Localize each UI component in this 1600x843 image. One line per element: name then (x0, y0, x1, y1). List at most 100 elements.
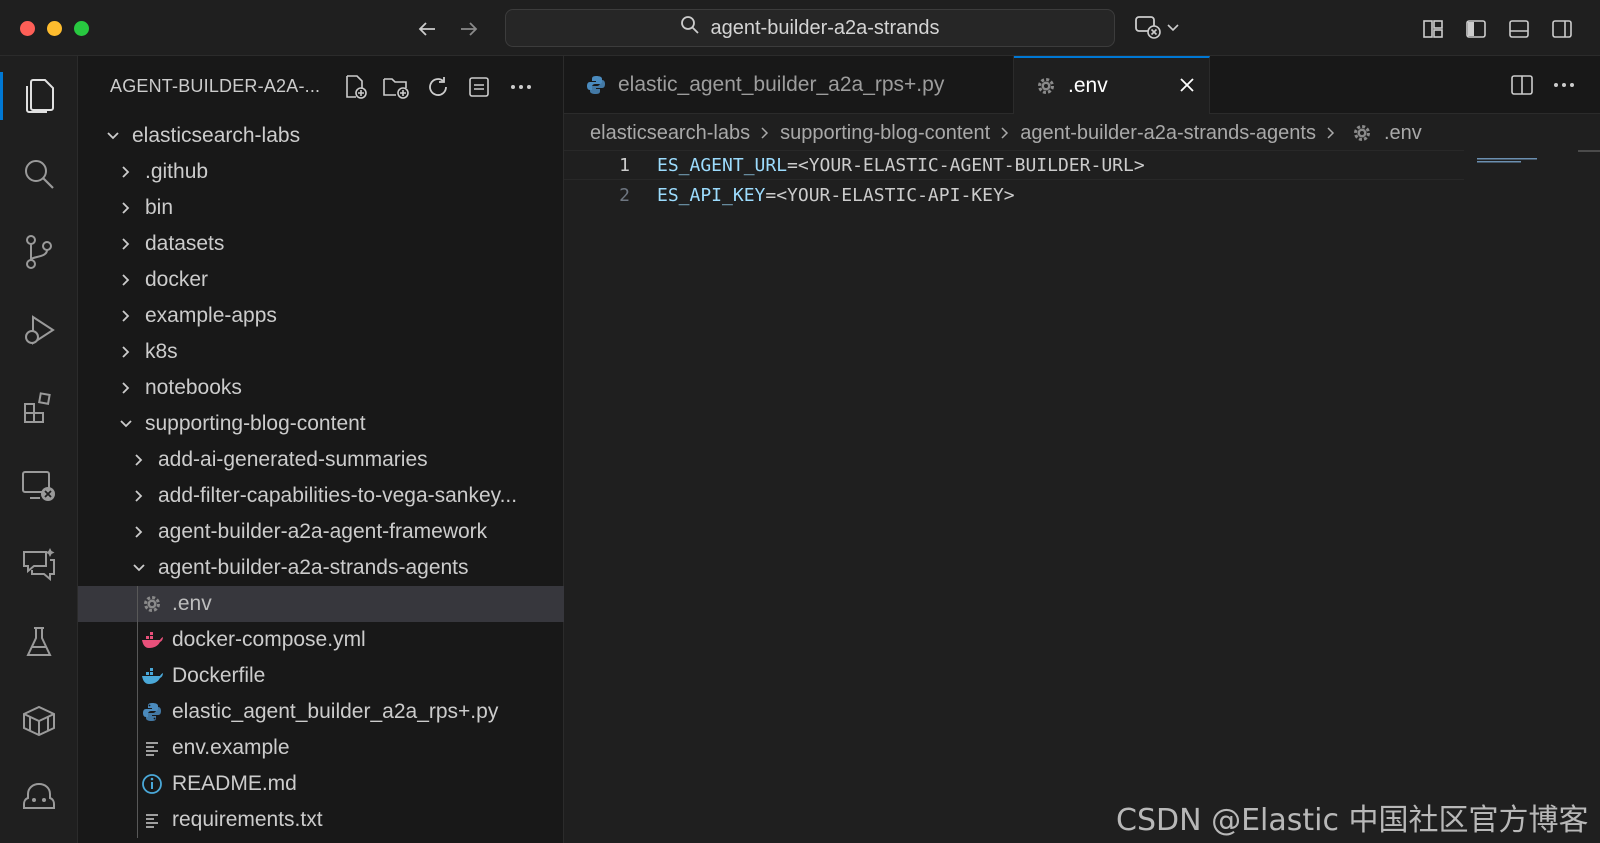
explorer-title: AGENT-BUILDER-A2A-... (110, 76, 321, 96)
back-arrow-icon[interactable] (412, 14, 442, 44)
more-actions-icon[interactable] (506, 72, 536, 102)
tree-item-label: elasticsearch-labs (132, 124, 301, 147)
tree-folder[interactable]: .github (78, 154, 564, 190)
command-center-search[interactable]: agent-builder-a2a-strands (505, 9, 1115, 47)
chevron-right-icon (115, 341, 137, 363)
overview-ruler-mark (1578, 150, 1600, 152)
lines-icon (140, 808, 164, 832)
tree-item-label: add-filter-capabilities-to-vega-sankey..… (158, 484, 518, 507)
refresh-icon[interactable] (423, 72, 453, 102)
new-folder-icon[interactable] (381, 72, 411, 102)
source-control-icon[interactable] (0, 222, 78, 282)
chevron-right-icon (115, 377, 137, 399)
tree-folder-agent-builder-a2a-strands-agents[interactable]: agent-builder-a2a-strands-agents (78, 550, 564, 586)
customize-layout-icon[interactable] (1420, 16, 1446, 42)
tree-item-label: docker (145, 268, 209, 291)
info-icon (140, 772, 164, 796)
breadcrumb: elasticsearch-labs supporting-blog-conte… (590, 118, 1422, 148)
env-key: ES_API_KEY (657, 184, 766, 206)
tree-file[interactable]: docker-compose.yml (78, 622, 564, 658)
chevron-right-icon (115, 305, 137, 327)
copilot-menu-button[interactable] (1134, 14, 1188, 44)
gear-icon (140, 592, 164, 616)
tree-folder[interactable]: k8s (78, 334, 564, 370)
close-window-button[interactable] (20, 21, 35, 36)
tree-folder-elasticsearch-labs[interactable]: elasticsearch-labs (78, 118, 564, 154)
code-line[interactable]: 2 ES_API_KEY=<YOUR-ELASTIC-API-KEY> (564, 180, 1464, 210)
collapse-all-icon[interactable] (464, 72, 494, 102)
breadcrumb-item[interactable]: agent-builder-a2a-strands-agents (1020, 122, 1316, 145)
chevron-right-icon (128, 449, 150, 471)
docker-icon (140, 664, 164, 688)
tree-folder[interactable]: add-ai-generated-summaries (78, 442, 564, 478)
tree-file[interactable]: env.example (78, 730, 564, 766)
tab-env[interactable]: .env (1014, 56, 1210, 114)
minimize-window-button[interactable] (47, 21, 62, 36)
code-line[interactable]: 1 ES_AGENT_URL=<YOUR-ELASTIC-AGENT-BUILD… (564, 150, 1464, 180)
title-bar: agent-builder-a2a-strands (0, 0, 1600, 56)
tree-file[interactable]: README.md (78, 766, 564, 802)
line-text: ES_AGENT_URL=<YOUR-ELASTIC-AGENT-BUILDER… (657, 155, 1145, 176)
remote-explorer-icon[interactable] (0, 456, 78, 516)
chevron-right-icon (115, 161, 137, 183)
more-actions-icon[interactable] (1550, 71, 1578, 99)
tree-item-label: agent-builder-a2a-strands-agents (158, 556, 469, 579)
tree-file[interactable]: elastic_agent_builder_a2a_rps+.py (78, 694, 564, 730)
search-icon (680, 15, 700, 41)
explorer-icon[interactable] (0, 66, 78, 126)
tree-item-label: .github (145, 160, 209, 183)
run-debug-icon[interactable] (0, 300, 78, 360)
copilot-icon (1134, 14, 1162, 45)
split-editor-icon[interactable] (1508, 71, 1536, 99)
chevron-right-icon (128, 521, 150, 543)
breadcrumb-item[interactable]: elasticsearch-labs (590, 122, 750, 145)
forward-arrow-icon[interactable] (454, 14, 484, 44)
tree-item-label: bin (145, 196, 174, 219)
tree-folder[interactable]: agent-builder-a2a-agent-framework (78, 514, 564, 550)
breadcrumb-item[interactable]: supporting-blog-content (780, 122, 990, 145)
maximize-window-button[interactable] (74, 21, 89, 36)
toggle-primary-sidebar-icon[interactable] (1463, 16, 1489, 42)
chevron-right-icon (998, 126, 1012, 140)
tree-file[interactable]: requirements.txt (78, 802, 564, 838)
close-icon[interactable] (1178, 76, 1196, 94)
explorer-sidebar: AGENT-BUILDER-A2A-... elasticsearch-labs… (78, 56, 564, 843)
chevron-right-icon (758, 126, 772, 140)
tree-folder[interactable]: bin (78, 190, 564, 226)
new-file-icon[interactable] (340, 72, 370, 102)
tree-file[interactable]: Dockerfile (78, 658, 564, 694)
tab-label: .env (1068, 74, 1108, 97)
chevron-down-icon (115, 413, 137, 435)
tree-folder[interactable]: datasets (78, 226, 564, 262)
tree-item-label: agent-builder-a2a-agent-framework (158, 520, 488, 543)
gear-icon (1036, 76, 1056, 96)
search-icon[interactable] (0, 144, 78, 204)
line-number: 1 (619, 154, 630, 176)
containers-icon[interactable] (0, 690, 78, 750)
activity-bar (0, 56, 78, 843)
breadcrumb-item[interactable]: .env (1384, 122, 1422, 145)
tree-item-label: requirements.txt (172, 808, 323, 831)
testing-flask-icon[interactable] (0, 612, 78, 672)
line-number: 2 (619, 184, 630, 206)
tree-folder-supporting-blog-content[interactable]: supporting-blog-content (78, 406, 564, 442)
copilot-agent-icon[interactable] (0, 768, 78, 828)
chevron-right-icon (128, 485, 150, 507)
chevron-down-icon (128, 557, 150, 579)
editor-area: elastic_agent_builder_a2a_rps+.py .env e… (564, 56, 1600, 843)
gear-icon (1352, 123, 1372, 143)
toggle-secondary-sidebar-icon[interactable] (1549, 16, 1575, 42)
tree-folder[interactable]: docker (78, 262, 564, 298)
minimap[interactable] (1477, 150, 1541, 163)
tree-folder[interactable]: notebooks (78, 370, 564, 406)
extensions-icon[interactable] (0, 378, 78, 438)
chevron-right-icon (115, 269, 137, 291)
tree-folder[interactable]: example-apps (78, 298, 564, 334)
tree-folder[interactable]: add-filter-capabilities-to-vega-sankey..… (78, 478, 564, 514)
tree-file-env[interactable]: .env (78, 586, 564, 622)
chat-icon[interactable] (0, 534, 78, 594)
tab-python-file[interactable]: elastic_agent_builder_a2a_rps+.py (564, 56, 1014, 114)
indent-guide (137, 586, 138, 838)
tree-item-label: .env (172, 592, 212, 615)
toggle-panel-icon[interactable] (1506, 16, 1532, 42)
